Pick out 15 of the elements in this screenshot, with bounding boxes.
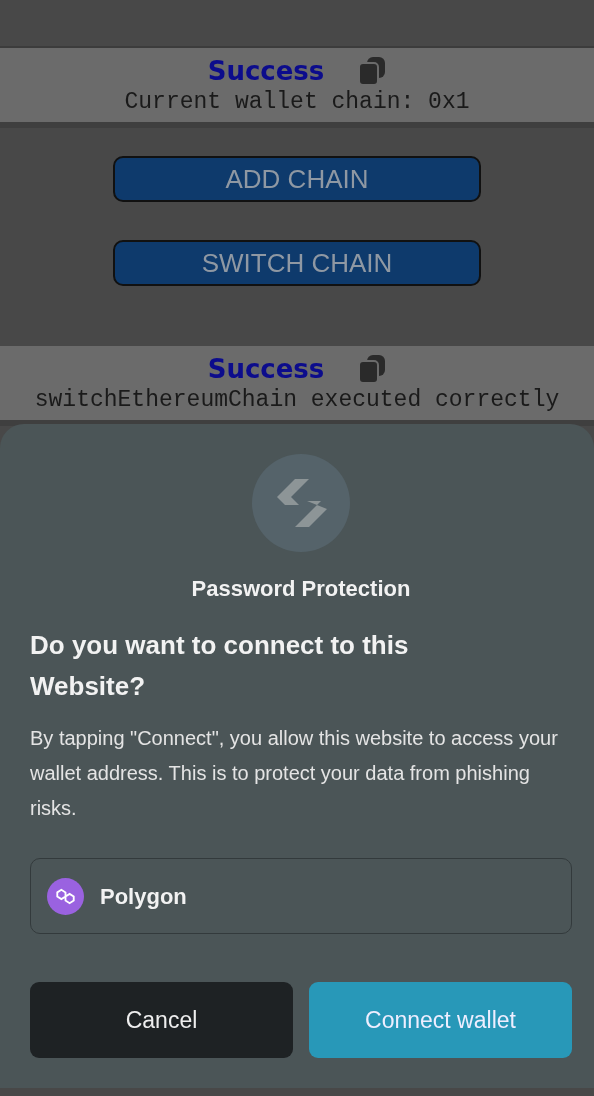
status-title: Success (207, 55, 325, 88)
network-name: Polygon (100, 882, 187, 911)
dialog-description: By tapping "Connect", you allow this website to access your wallet address. This is to protect your data from phishing risks. (30, 726, 559, 821)
chain-button[interactable]: ADD CHAIN (113, 156, 481, 202)
connect-button[interactable]: Connect wallet (309, 982, 572, 1058)
status-message: Current wallet chain: 0x1 (124, 88, 470, 116)
network-icon (47, 877, 84, 915)
chain-button[interactable]: SWITCH CHAIN (113, 240, 481, 286)
cancel-button[interactable]: Cancel (30, 982, 293, 1058)
dialog-title: Password Protection (190, 575, 412, 603)
dialog-heading: Do you want to connect to this Website? (30, 629, 410, 703)
copy-icon[interactable] (358, 354, 387, 384)
copy-icon[interactable] (358, 56, 387, 86)
status-message: switchEthereumChain executed correctly (34, 386, 560, 414)
status-title: Success (207, 353, 325, 386)
